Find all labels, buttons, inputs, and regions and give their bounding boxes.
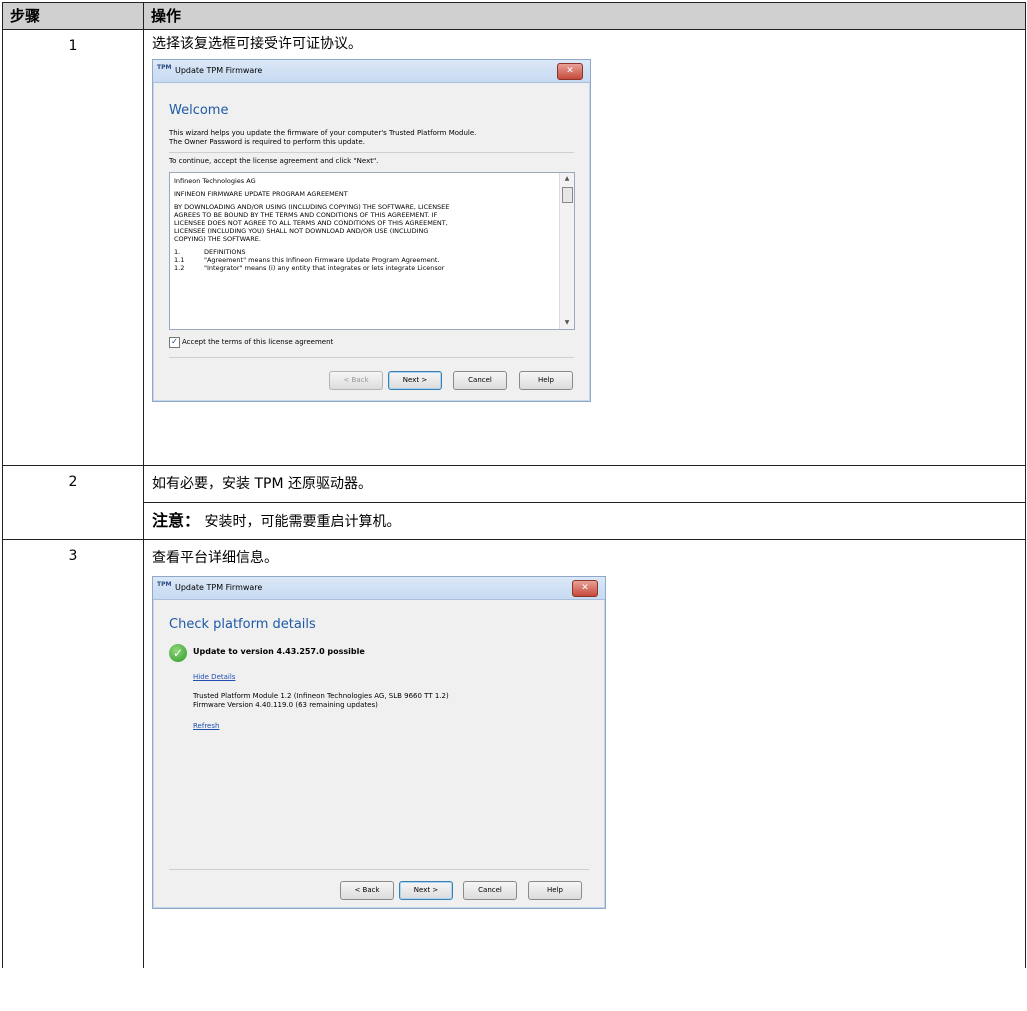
footer-divider [169, 869, 589, 870]
detail-line-1: Trusted Platform Module 1.2 (Infineon Te… [193, 692, 449, 700]
step-number: 3 [2, 539, 144, 968]
scroll-up-icon[interactable]: ▲ [560, 173, 574, 185]
license-definitions: 1. DEFINITIONS [174, 248, 246, 256]
back-button[interactable]: < Back [329, 371, 383, 390]
license-def-1-2: 1.2 "Integrator" means (i) any entity tha… [174, 264, 445, 272]
status-text: Update to version 4.43.257.0 possible [193, 647, 365, 656]
instruction-text: To continue, accept the license agreemen… [169, 157, 379, 165]
dialog-heading: Welcome [169, 103, 229, 118]
back-button[interactable]: < Back [340, 881, 394, 900]
accept-label[interactable]: Accept the terms of this license agreeme… [182, 338, 333, 347]
step-row-1: 1 选择该复选框可接受许可证协议。 TPM Update TPM Firmwar… [2, 29, 1026, 466]
license-textbox[interactable]: Infineon Technologies AG INFINEON FIRMWA… [169, 172, 575, 330]
note-label: 注意： [152, 511, 201, 530]
divider [169, 152, 574, 153]
accept-checkbox[interactable]: ✓ [169, 337, 180, 348]
check-success-icon: ✓ [169, 644, 187, 662]
step-action-cell: 选择该复选框可接受许可证协议。 TPM Update TPM Firmware … [143, 29, 1026, 466]
dialog-titlebar: TPM Update TPM Firmware ✕ [153, 577, 605, 600]
step-row-2: 2 如有必要，安装 TPM 还原驱动器。 [2, 465, 1026, 540]
scroll-thumb[interactable] [562, 187, 573, 203]
step-action-cell: 如有必要，安装 TPM 还原驱动器。 [143, 465, 1026, 503]
license-company: Infineon Technologies AG [174, 177, 256, 185]
step-action-text: 如有必要，安装 TPM 还原驱动器。 [152, 476, 372, 492]
license-body-1: BY DOWNLOADING AND/OR USING (INCLUDING C… [174, 203, 450, 211]
detail-line-2: Firmware Version 4.40.119.0 (63 remainin… [193, 701, 378, 709]
help-button[interactable]: Help [528, 881, 582, 900]
refresh-link[interactable]: Refresh [193, 722, 219, 731]
note-cell: 注意： 安装时，可能需要重启计算机。 [143, 502, 1026, 540]
dialog-titlebar: TPM Update TPM Firmware ✕ [153, 60, 590, 83]
license-body-3: LICENSEE DOES NOT AGREE TO ALL TERMS AND… [174, 219, 448, 227]
license-body-5: COPYING) THE SOFTWARE. [174, 235, 261, 243]
step-row-2-note: 注意： 安装时，可能需要重启计算机。 [3, 502, 1026, 540]
license-body-4: LICENSEE (INCLUDING YOU) SHALL NOT DOWNL… [174, 227, 429, 235]
header-step: 步骤 [2, 2, 144, 30]
help-button[interactable]: Help [519, 371, 573, 390]
license-scrollbar[interactable]: ▲ ▼ [559, 173, 574, 329]
license-agreement-title: INFINEON FIRMWARE UPDATE PROGRAM AGREEME… [174, 190, 348, 198]
license-def-1-1: 1.1 "Agreement" means this Infineon Firmw… [174, 256, 440, 264]
step-action-cell: 查看平台详细信息。 TPM Update TPM Firmware ✕ Chec… [143, 539, 1026, 968]
scroll-down-icon[interactable]: ▼ [560, 317, 574, 329]
next-button[interactable]: Next > [399, 881, 453, 900]
tpm-icon: TPM [157, 64, 172, 71]
steps-table: 步骤 操作 1 选择该复选框可接受许可证协议。 TPM Update TPM F… [2, 2, 1026, 968]
step-action-text: 查看平台详细信息。 [152, 550, 278, 566]
step-number: 2 [2, 465, 144, 540]
dialog-title: Update TPM Firmware [175, 66, 263, 75]
intro-line-1: This wizard helps you update the firmwar… [169, 129, 477, 137]
dialog-title: Update TPM Firmware [175, 583, 263, 592]
license-text: Infineon Technologies AG INFINEON FIRMWA… [174, 177, 554, 272]
step-number: 1 [2, 29, 144, 466]
close-icon[interactable]: ✕ [572, 580, 598, 597]
hide-details-link[interactable]: Hide Details [193, 673, 235, 682]
license-dialog: TPM Update TPM Firmware ✕ Welcome This w… [152, 59, 591, 402]
step-action-text: 选择该复选框可接受许可证协议。 [152, 36, 362, 52]
close-icon[interactable]: ✕ [557, 63, 583, 80]
next-button[interactable]: Next > [388, 371, 442, 390]
license-body-2: AGREES TO BE BOUND BY THE TERMS AND COND… [174, 211, 438, 219]
header-row: 步骤 操作 [2, 2, 1026, 30]
header-action: 操作 [143, 2, 1026, 30]
dialog-heading: Check platform details [169, 617, 316, 632]
intro-line-2: The Owner Password is required to perfor… [169, 138, 365, 146]
cancel-button[interactable]: Cancel [453, 371, 507, 390]
footer-divider [169, 357, 574, 358]
tpm-icon: TPM [157, 581, 172, 588]
note-text: 安装时，可能需要重启计算机。 [204, 514, 401, 530]
note: 注意： 安装时，可能需要重启计算机。 [152, 503, 1025, 531]
cancel-button[interactable]: Cancel [463, 881, 517, 900]
step-row-3: 3 查看平台详细信息。 TPM Update TPM Firmware ✕ Ch… [2, 539, 1026, 968]
platform-dialog: TPM Update TPM Firmware ✕ Check platform… [152, 576, 606, 909]
